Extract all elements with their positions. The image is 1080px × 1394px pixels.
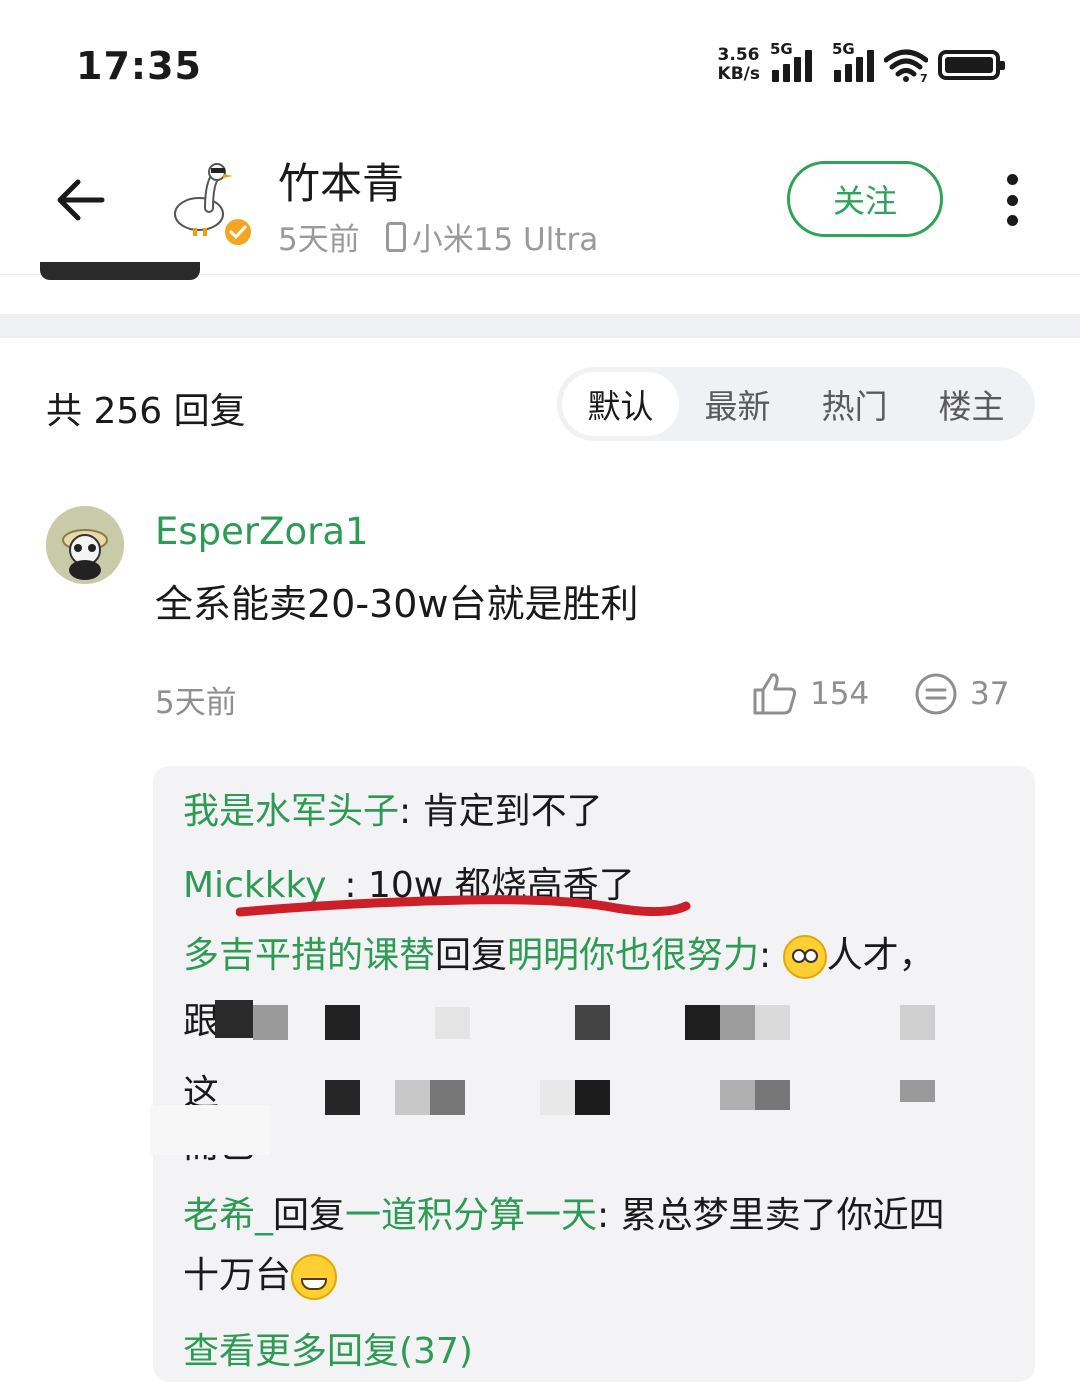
signal-sim1-icon: 5G — [770, 40, 812, 82]
arrow-left-icon — [57, 179, 105, 221]
sub-reply-reply-word: 回复 — [435, 935, 508, 976]
sub-reply-target[interactable]: 一道积分算一天 — [345, 1195, 597, 1236]
verified-badge-icon — [222, 216, 254, 248]
wifi-badge: 7 — [920, 72, 928, 82]
author-meta: 5天前 小米15 Ultra — [278, 214, 598, 259]
sub-reply-text: 累总梦里卖了你近四 — [620, 1195, 945, 1236]
comment-time: 5天前 — [155, 685, 237, 721]
device-name: 小米15 Ultra — [411, 222, 599, 258]
sub-reply-text: 肯定到不了 — [422, 791, 603, 832]
status-bar: 17:35 3.56 KB/s 5G 5G 7 — [0, 0, 1080, 120]
follow-button[interactable]: 关注 — [787, 161, 943, 237]
comment-bubble-icon — [915, 673, 957, 715]
like-button[interactable]: 154 — [752, 672, 869, 716]
sub-reply-3[interactable]: 多吉平措的课替回复明明你也很努力: 人才， — [183, 926, 935, 979]
sim2-label: 5G — [832, 40, 855, 58]
tab-latest[interactable]: 最新 — [679, 372, 796, 436]
post-image-edge — [40, 262, 200, 280]
tab-default[interactable]: 默认 — [562, 372, 679, 436]
like-count: 154 — [810, 676, 870, 712]
commenter-username[interactable]: EsperZora1 — [155, 510, 369, 553]
signal-sim2-icon: 5G — [832, 40, 874, 82]
sub-reply-4-cont: 十万台 — [183, 1246, 338, 1300]
sub-reply-user[interactable]: 我是水军头子 — [183, 791, 399, 832]
sub-reply-sep: : — [597, 1195, 621, 1236]
back-button[interactable] — [50, 170, 110, 230]
dizzy-emoji-icon — [782, 935, 827, 979]
network-speed: 3.56 KB/s — [718, 46, 760, 84]
more-replies-link[interactable]: 查看更多回复(37) — [183, 1322, 473, 1374]
reply-count-small: 37 — [970, 676, 1010, 712]
sub-reply-text: 十万台 — [183, 1255, 292, 1296]
sub-reply-4[interactable]: 老希_回复一道积分算一天: 累总梦里卖了你近四 — [183, 1186, 945, 1238]
network-speed-unit: KB/s — [717, 64, 760, 84]
battery-icon — [938, 50, 1005, 80]
sub-reply-sep: : — [759, 935, 783, 976]
network-speed-value: 3.56 — [717, 45, 760, 65]
sub-reply-user[interactable]: 多吉平措的课替 — [183, 935, 435, 976]
sub-reply-1[interactable]: 我是水军头子: 肯定到不了 — [183, 782, 603, 834]
sort-tabs: 默认 最新 热门 楼主 — [557, 367, 1035, 441]
status-icons: 3.56 KB/s 5G 5G 7 — [718, 40, 1005, 90]
wifi-icon: 7 — [884, 49, 928, 82]
post-header: 竹本青 5天前 小米15 Ultra 关注 — [0, 130, 1080, 275]
censor-mosaic — [150, 995, 1045, 1155]
sub-reply-target[interactable]: 明明你也很努力 — [507, 935, 759, 976]
sim1-label: 5G — [770, 40, 793, 58]
red-underline-annotation — [236, 895, 691, 917]
section-divider — [0, 314, 1080, 338]
clock: 17:35 — [76, 44, 202, 88]
grin-emoji-icon — [291, 1254, 338, 1300]
phone-icon — [385, 221, 406, 252]
sub-reply-user[interactable]: 老希_ — [183, 1195, 273, 1236]
comment-text: 全系能卖20-30w台就是胜利 — [155, 582, 639, 626]
sub-reply-text: 人才， — [826, 935, 935, 976]
thumbs-up-icon — [753, 673, 797, 715]
tab-op[interactable]: 楼主 — [913, 372, 1030, 436]
commenter-avatar[interactable] — [46, 506, 124, 584]
sub-reply-reply-word: 回复 — [273, 1195, 346, 1236]
author-name[interactable]: 竹本青 — [278, 150, 404, 211]
post-time: 5天前 — [278, 222, 360, 258]
more-options-icon[interactable] — [995, 174, 1029, 226]
reply-count: 共 256 回复 — [46, 391, 246, 432]
tab-hot[interactable]: 热门 — [796, 372, 913, 436]
sub-reply-sep: : — [399, 791, 423, 832]
reply-button[interactable]: 37 — [914, 672, 1009, 716]
